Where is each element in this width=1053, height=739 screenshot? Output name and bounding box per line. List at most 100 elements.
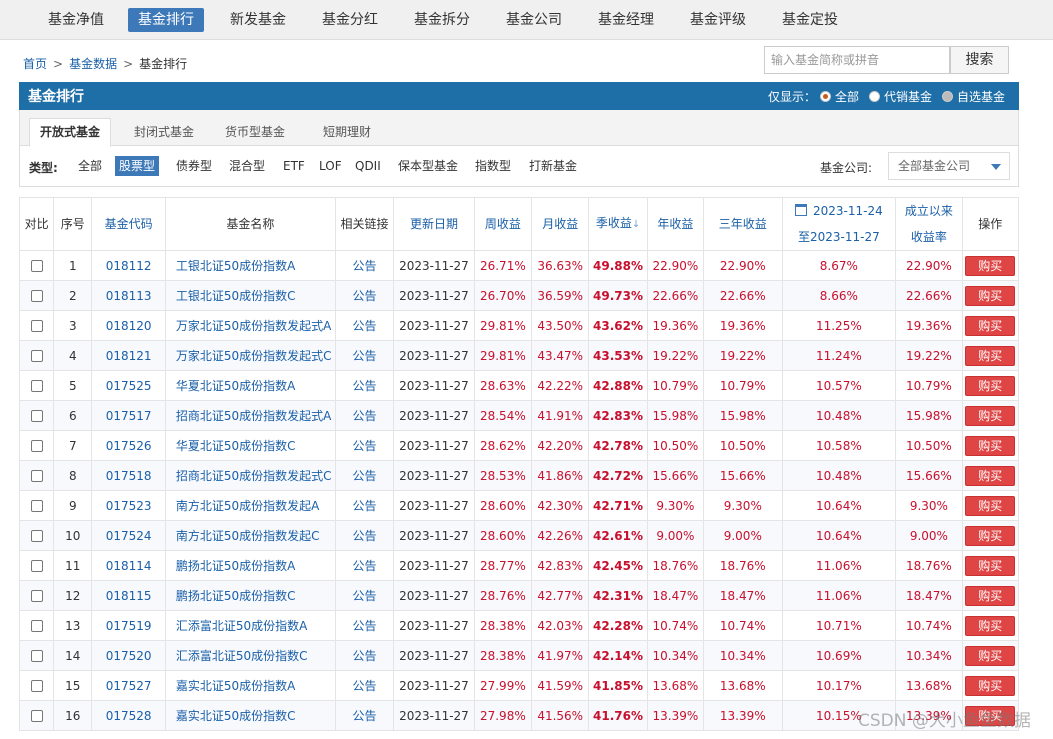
search-button[interactable]: 搜索: [950, 46, 1009, 74]
radio-watchlist[interactable]: [941, 91, 953, 102]
compare-checkbox[interactable]: [30, 410, 43, 422]
company-select[interactable]: 全部基金公司: [888, 152, 1010, 180]
nav-item-dividends[interactable]: 基金分红: [312, 8, 388, 32]
col-date[interactable]: 更新日期: [393, 197, 475, 251]
cell-name[interactable]: 鹏扬北证50成份指数C: [164, 580, 336, 611]
type-etf[interactable]: ETF: [279, 156, 309, 176]
cell-announcement-link[interactable]: 公告: [334, 430, 395, 461]
col-week[interactable]: 周收益: [473, 197, 533, 251]
cell-announcement-link[interactable]: 公告: [334, 460, 395, 491]
cell-name[interactable]: 汇添富北证50成份指数A: [164, 610, 336, 641]
compare-checkbox[interactable]: [30, 470, 43, 482]
cell-name[interactable]: 南方北证50成份指数发起C: [164, 520, 336, 551]
cell-announcement-link[interactable]: 公告: [334, 310, 395, 341]
compare-checkbox[interactable]: [30, 260, 43, 272]
nav-item-fund-nav[interactable]: 基金净值: [38, 8, 114, 32]
type-capital-guaranteed[interactable]: 保本型基金: [394, 156, 462, 176]
cell-announcement-link[interactable]: 公告: [334, 520, 395, 551]
cell-code[interactable]: 017525: [91, 370, 166, 401]
buy-button[interactable]: 购买: [965, 645, 1016, 666]
cell-announcement-link[interactable]: 公告: [334, 550, 395, 581]
cell-code[interactable]: 018115: [91, 580, 166, 611]
radio-sold-by-us-label[interactable]: 代销基金: [884, 88, 932, 105]
cell-announcement-link[interactable]: 公告: [334, 400, 395, 431]
cell-code[interactable]: 017526: [91, 430, 166, 461]
cell-announcement-link[interactable]: 公告: [334, 280, 395, 311]
col-month[interactable]: 月收益: [531, 197, 590, 251]
nav-item-managers[interactable]: 基金经理: [588, 8, 664, 32]
cell-announcement-link[interactable]: 公告: [334, 370, 395, 401]
buy-button[interactable]: 购买: [965, 495, 1016, 516]
nav-item-splits[interactable]: 基金拆分: [404, 8, 480, 32]
nav-item-companies[interactable]: 基金公司: [496, 8, 572, 32]
cell-name[interactable]: 汇添富北证50成份指数C: [164, 640, 336, 671]
compare-checkbox[interactable]: [30, 710, 43, 722]
cell-name[interactable]: 嘉实北证50成份指数A: [164, 670, 336, 701]
tab-closed-end[interactable]: 封闭式基金: [124, 120, 204, 146]
cell-name[interactable]: 工银北证50成份指数C: [164, 280, 336, 311]
buy-button[interactable]: 购买: [965, 405, 1016, 426]
buy-button[interactable]: 购买: [965, 675, 1016, 696]
cell-name[interactable]: 华夏北证50成份指数C: [164, 430, 336, 461]
search-input[interactable]: 输入基金简称或拼音: [764, 46, 950, 74]
type-stock[interactable]: 股票型: [115, 156, 160, 176]
buy-button[interactable]: 购买: [965, 435, 1016, 456]
cell-name[interactable]: 鹏扬北证50成份指数A: [164, 550, 336, 581]
compare-checkbox[interactable]: [30, 560, 43, 572]
cell-code[interactable]: 018114: [91, 550, 166, 581]
compare-checkbox[interactable]: [30, 350, 43, 362]
col-three-year[interactable]: 三年收益: [703, 197, 783, 251]
cell-name[interactable]: 华夏北证50成份指数A: [164, 370, 336, 401]
cell-announcement-link[interactable]: 公告: [334, 490, 395, 521]
cell-code[interactable]: 017519: [91, 610, 166, 641]
nav-item-fund-ranking[interactable]: 基金排行: [128, 8, 204, 32]
buy-button[interactable]: 购买: [965, 555, 1016, 576]
col-quarter[interactable]: 季收益↓: [588, 197, 648, 251]
breadcrumb-fund-data[interactable]: 基金数据: [69, 57, 117, 71]
cell-code[interactable]: 018113: [91, 280, 166, 311]
cell-code[interactable]: 017517: [91, 400, 166, 431]
type-lof[interactable]: LOF: [315, 156, 346, 176]
cell-announcement-link[interactable]: 公告: [334, 640, 395, 671]
compare-checkbox[interactable]: [30, 680, 43, 692]
cell-code[interactable]: 017523: [91, 490, 166, 521]
cell-name[interactable]: 万家北证50成份指数发起式C: [164, 340, 336, 371]
tab-open-end[interactable]: 开放式基金: [29, 118, 112, 147]
cell-code[interactable]: 017520: [91, 640, 166, 671]
cell-code[interactable]: 018120: [91, 310, 166, 341]
buy-button[interactable]: 购买: [965, 465, 1016, 486]
cell-announcement-link[interactable]: 公告: [334, 700, 395, 731]
compare-checkbox[interactable]: [30, 440, 43, 452]
compare-checkbox[interactable]: [30, 320, 43, 332]
cell-code[interactable]: 018121: [91, 340, 166, 371]
cell-announcement-link[interactable]: 公告: [334, 610, 395, 641]
col-year[interactable]: 年收益: [646, 197, 705, 251]
radio-watchlist-label[interactable]: 自选基金: [957, 88, 1005, 105]
cell-name[interactable]: 招商北证50成份指数发起式A: [164, 400, 336, 431]
cell-name[interactable]: 嘉实北证50成份指数C: [164, 700, 336, 731]
type-qdii[interactable]: QDII: [351, 156, 385, 176]
cell-name[interactable]: 工银北证50成份指数A: [164, 250, 336, 281]
cell-code[interactable]: 017524: [91, 520, 166, 551]
cell-code[interactable]: 017528: [91, 700, 166, 731]
cell-code[interactable]: 017527: [91, 670, 166, 701]
compare-checkbox[interactable]: [30, 500, 43, 512]
radio-all-label[interactable]: 全部: [835, 88, 859, 105]
compare-checkbox[interactable]: [30, 620, 43, 632]
cell-code[interactable]: 017518: [91, 460, 166, 491]
compare-checkbox[interactable]: [30, 380, 43, 392]
buy-button[interactable]: 购买: [965, 345, 1016, 366]
compare-checkbox[interactable]: [30, 530, 43, 542]
nav-item-ratings[interactable]: 基金评级: [680, 8, 756, 32]
buy-button[interactable]: 购买: [965, 525, 1016, 546]
type-bond[interactable]: 债券型: [172, 156, 216, 176]
tab-short-term[interactable]: 短期理财: [313, 120, 381, 146]
buy-button[interactable]: 购买: [965, 615, 1016, 636]
cell-announcement-link[interactable]: 公告: [334, 670, 395, 701]
breadcrumb-home[interactable]: 首页: [23, 57, 47, 71]
buy-button[interactable]: 购买: [965, 255, 1016, 276]
cell-name[interactable]: 招商北证50成份指数发起式C: [164, 460, 336, 491]
type-hybrid[interactable]: 混合型: [225, 156, 269, 176]
buy-button[interactable]: 购买: [965, 375, 1016, 396]
cell-code[interactable]: 018112: [91, 250, 166, 281]
